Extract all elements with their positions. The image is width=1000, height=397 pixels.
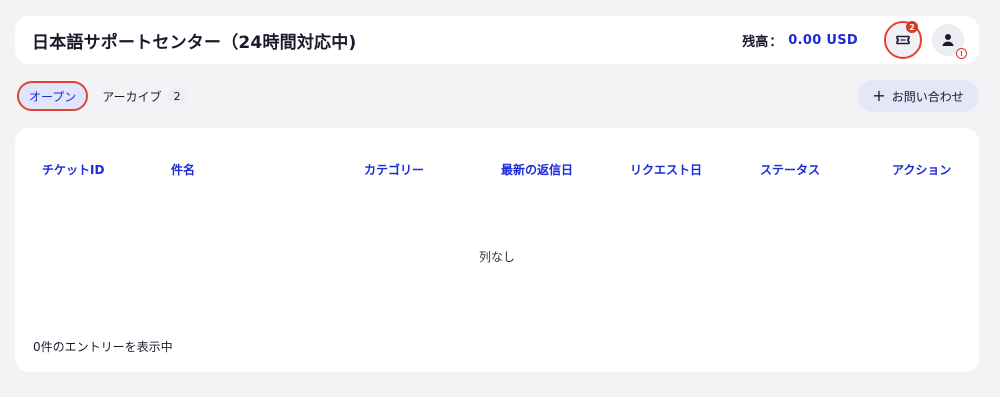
page-title: 日本語サポートセンター（24時間対応中) xyxy=(32,32,357,53)
account-button[interactable]: ! xyxy=(932,24,967,59)
column-header-actions: アクション xyxy=(892,163,952,177)
tickets-button[interactable]: 2 xyxy=(884,21,922,59)
header-bar: 日本語サポートセンター（24時間対応中) 残高 ： 0.00 USD 2 ! xyxy=(15,16,979,64)
contact-button-label: お問い合わせ xyxy=(891,89,964,104)
ticket-tabs: オープン アーカイブ 2 xyxy=(17,81,187,111)
column-header-ticket-id[interactable]: チケットID xyxy=(42,161,104,178)
column-header-subject[interactable]: 件名 xyxy=(171,161,195,178)
tickets-table: チケットID 件名 カテゴリー 最新の返信日 リクエスト日 ステータス アクショ… xyxy=(15,128,979,372)
tab-archive[interactable]: アーカイブ 2 xyxy=(102,87,187,105)
balance-display: 残高 ： 0.00 USD xyxy=(742,31,858,50)
contact-button[interactable]: + お問い合わせ xyxy=(857,80,979,112)
column-header-request-date[interactable]: リクエスト日 xyxy=(630,161,702,178)
plus-icon: + xyxy=(872,86,886,105)
balance-value: 0.00 USD xyxy=(788,32,858,48)
column-header-category[interactable]: カテゴリー xyxy=(364,161,424,178)
ticket-count-badge: 2 xyxy=(906,21,918,33)
balance-separator: ： xyxy=(769,34,783,50)
balance-label: 残高 xyxy=(742,34,769,50)
ticket-icon xyxy=(896,35,910,45)
tab-archive-label: アーカイブ xyxy=(102,89,162,104)
entries-count-text: 0件のエントリーを表示中 xyxy=(33,340,173,354)
column-header-status[interactable]: ステータス xyxy=(760,161,820,178)
column-header-last-reply[interactable]: 最新の返信日 xyxy=(501,161,573,178)
tab-open[interactable]: オープン xyxy=(17,81,89,111)
empty-table-message: 列なし xyxy=(478,250,515,264)
user-icon xyxy=(942,34,954,46)
archive-count-badge: 2 xyxy=(167,87,187,105)
warning-icon: ! xyxy=(956,48,967,59)
